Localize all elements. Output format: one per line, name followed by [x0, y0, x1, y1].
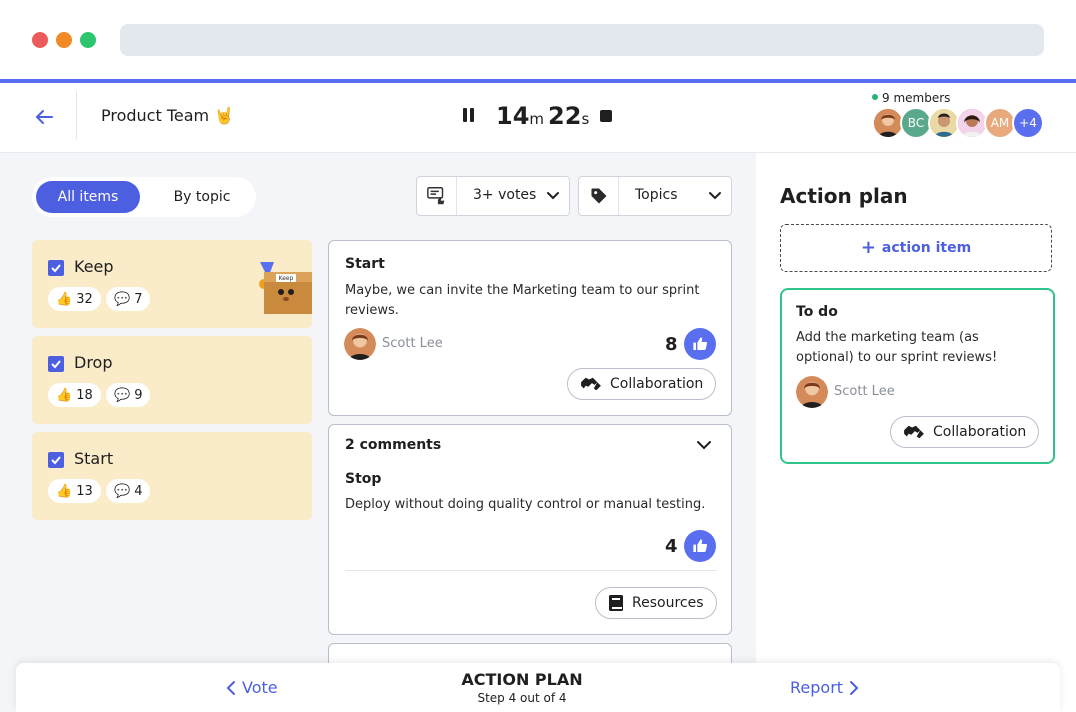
thumbs-up-icon: 👍 — [56, 483, 73, 499]
category-keep[interactable]: Keep 👍 32 💬 7 Keep — [32, 240, 312, 328]
comments-toggle[interactable]: 2 comments — [345, 437, 441, 453]
step-subtitle: Step 4 out of 4 — [477, 691, 567, 705]
comment-icon: 💬 — [114, 387, 131, 403]
author-name: Scott Lee — [382, 336, 443, 351]
sticker-label: Keep — [279, 275, 294, 282]
topic-tag[interactable]: Collaboration — [890, 416, 1040, 448]
todo-text: Add the marketing team (as optional) to … — [796, 330, 998, 365]
team-title: Product Team 🤘 — [101, 106, 235, 125]
all-items-tab[interactable]: All items — [36, 181, 140, 213]
maximize-window-icon[interactable] — [80, 32, 96, 48]
keep-box-sticker-icon: Keep — [259, 262, 312, 314]
card-title: Stop — [345, 471, 382, 487]
step-navigation: Vote ACTION PLAN Step 4 out of 4 Report — [16, 663, 1060, 712]
address-bar[interactable] — [120, 24, 1044, 56]
prev-step-button[interactable]: Vote — [226, 678, 278, 697]
category-drop[interactable]: Drop 👍 18 💬 9 — [32, 336, 312, 424]
comment-icon: 💬 — [114, 483, 131, 499]
chevron-down-icon[interactable] — [696, 438, 712, 452]
avatar — [796, 376, 828, 408]
plus-icon: + — [860, 237, 876, 258]
likes-count: 👍 13 — [48, 479, 101, 503]
drop-checkbox[interactable] — [48, 356, 64, 372]
likes-count: 👍 32 — [48, 287, 101, 311]
next-step-button[interactable]: Report — [790, 678, 859, 697]
action-plan-panel: Action plan + action item To do Add the … — [756, 153, 1076, 712]
like-button[interactable] — [684, 530, 716, 562]
topic-tag[interactable]: Collaboration — [567, 368, 717, 400]
close-window-icon[interactable] — [32, 32, 48, 48]
tag-icon — [579, 177, 619, 215]
step-title: ACTION PLAN — [461, 670, 583, 689]
category-name: Keep — [74, 257, 114, 276]
members-count: 9 members — [872, 91, 950, 105]
idea-card[interactable]: 2 comments Stop Deploy without doing qua… — [328, 424, 732, 635]
category-start[interactable]: Start 👍 13 💬 4 — [32, 432, 312, 520]
topics-filter[interactable]: Topics — [578, 176, 732, 216]
topic-tag[interactable]: Resources — [595, 587, 717, 619]
back-arrow-icon[interactable] — [32, 105, 56, 129]
todo-card[interactable]: To do Add the marketing team (as optiona… — [780, 288, 1055, 464]
comments-count: 💬 7 — [106, 287, 151, 311]
avatar — [344, 328, 376, 360]
session-timer: 14m 22s — [496, 102, 590, 130]
vote-count: 8 — [665, 334, 678, 355]
chevron-right-icon — [850, 680, 859, 695]
rock-hand-emoji-icon: 🤘 — [214, 106, 235, 125]
book-icon — [609, 595, 623, 611]
vote-count: 4 — [665, 536, 678, 557]
start-checkbox[interactable] — [48, 452, 64, 468]
header-divider — [76, 91, 77, 139]
like-button[interactable] — [684, 328, 716, 360]
more-members-avatar[interactable]: +4 — [1012, 107, 1044, 139]
pause-icon[interactable] — [463, 108, 475, 122]
vote-filter-icon — [417, 177, 457, 215]
session-header: Product Team 🤘 14m 22s 9 members BC AM +4 — [0, 83, 1076, 153]
by-topic-tab[interactable]: By topic — [152, 181, 252, 213]
comment-icon: 💬 — [114, 291, 131, 307]
member-avatars[interactable]: BC AM +4 — [872, 107, 1047, 139]
keep-checkbox[interactable] — [48, 260, 64, 276]
action-plan-title: Action plan — [780, 184, 908, 208]
votes-filter[interactable]: 3+ votes — [416, 176, 570, 216]
browser-chrome — [0, 0, 1076, 80]
card-title: Start — [345, 256, 385, 272]
likes-count: 👍 18 — [48, 383, 101, 407]
stop-icon[interactable] — [600, 110, 612, 122]
card-divider — [345, 570, 717, 571]
view-toggle: All items By topic — [32, 177, 256, 217]
chevron-down-icon — [709, 192, 721, 200]
thumbs-up-icon: 👍 — [56, 291, 73, 307]
card-text: Deploy without doing quality control or … — [345, 497, 706, 512]
votes-filter-label: 3+ votes — [473, 187, 537, 203]
handshake-icon — [581, 377, 601, 391]
minimize-window-icon[interactable] — [56, 32, 72, 48]
category-name: Drop — [74, 353, 113, 372]
author-name: Scott Lee — [834, 384, 895, 399]
chevron-left-icon — [226, 680, 235, 695]
category-name: Start — [74, 449, 114, 468]
thumbs-up-icon: 👍 — [56, 387, 73, 403]
handshake-icon — [904, 425, 924, 439]
board-area: All items By topic 3+ votes Topics Keep … — [0, 153, 756, 712]
add-action-item-button[interactable]: + action item — [780, 224, 1052, 272]
idea-card[interactable]: Start Maybe, we can invite the Marketing… — [328, 240, 732, 416]
topics-filter-label: Topics — [635, 187, 678, 203]
chevron-down-icon — [547, 192, 559, 200]
comments-count: 💬 9 — [106, 383, 151, 407]
comments-count: 💬 4 — [106, 479, 151, 503]
online-dot-icon — [872, 94, 878, 100]
todo-title: To do — [796, 304, 838, 320]
card-text: Maybe, we can invite the Marketing team … — [345, 283, 700, 318]
